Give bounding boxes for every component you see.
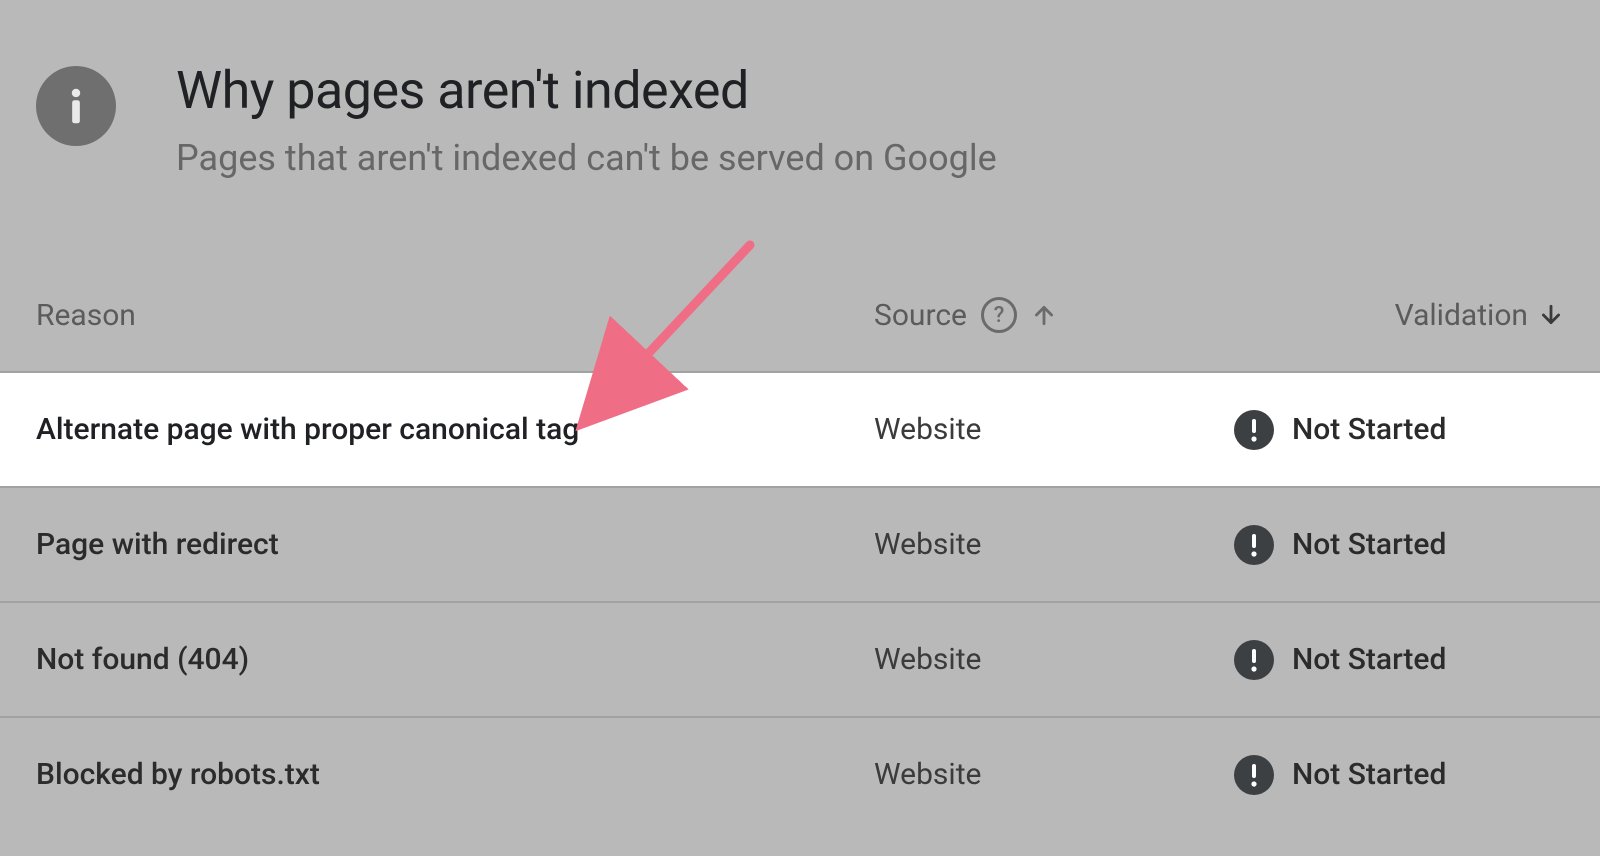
info-icon (36, 66, 116, 146)
arrow-down-icon[interactable] (1538, 302, 1564, 328)
table-row[interactable]: Page with redirectWebsite Not Started (0, 486, 1600, 601)
row-source: Website (874, 527, 1224, 562)
row-reason: Page with redirect (36, 527, 874, 562)
row-validation-label: Not Started (1292, 412, 1446, 447)
exclamation-icon (1234, 410, 1274, 450)
row-validation: Not Started (1224, 640, 1564, 680)
table-header-row: Reason Source ? Validation (0, 289, 1600, 341)
table-row[interactable]: Blocked by robots.txtWebsite Not Started (0, 716, 1600, 831)
row-validation-label: Not Started (1292, 757, 1446, 792)
exclamation-icon (1234, 755, 1274, 795)
row-validation: Not Started (1224, 410, 1564, 450)
row-source: Website (874, 642, 1224, 677)
exclamation-icon (1234, 525, 1274, 565)
table-row[interactable]: Alternate page with proper canonical tag… (0, 371, 1600, 486)
column-header-source-label: Source (874, 298, 967, 333)
page-header: Why pages aren't indexed Pages that aren… (0, 0, 1600, 179)
column-header-source[interactable]: Source ? (874, 297, 1224, 333)
row-reason: Blocked by robots.txt (36, 757, 874, 792)
column-header-reason[interactable]: Reason (36, 298, 874, 333)
row-validation-label: Not Started (1292, 527, 1446, 562)
arrow-up-icon[interactable] (1031, 302, 1057, 328)
row-validation-label: Not Started (1292, 642, 1446, 677)
column-header-validation[interactable]: Validation (1224, 298, 1564, 333)
table-body: Alternate page with proper canonical tag… (0, 371, 1600, 831)
help-icon[interactable]: ? (981, 297, 1017, 333)
table-row[interactable]: Not found (404)Website Not Started (0, 601, 1600, 716)
row-source: Website (874, 757, 1224, 792)
page-subtitle: Pages that aren't indexed can't be serve… (176, 137, 997, 179)
row-reason: Alternate page with proper canonical tag (36, 412, 874, 447)
exclamation-icon (1234, 640, 1274, 680)
column-header-validation-label: Validation (1395, 298, 1528, 333)
row-validation: Not Started (1224, 525, 1564, 565)
row-validation: Not Started (1224, 755, 1564, 795)
row-source: Website (874, 412, 1224, 447)
page-title: Why pages aren't indexed (176, 60, 997, 121)
row-reason: Not found (404) (36, 642, 874, 677)
